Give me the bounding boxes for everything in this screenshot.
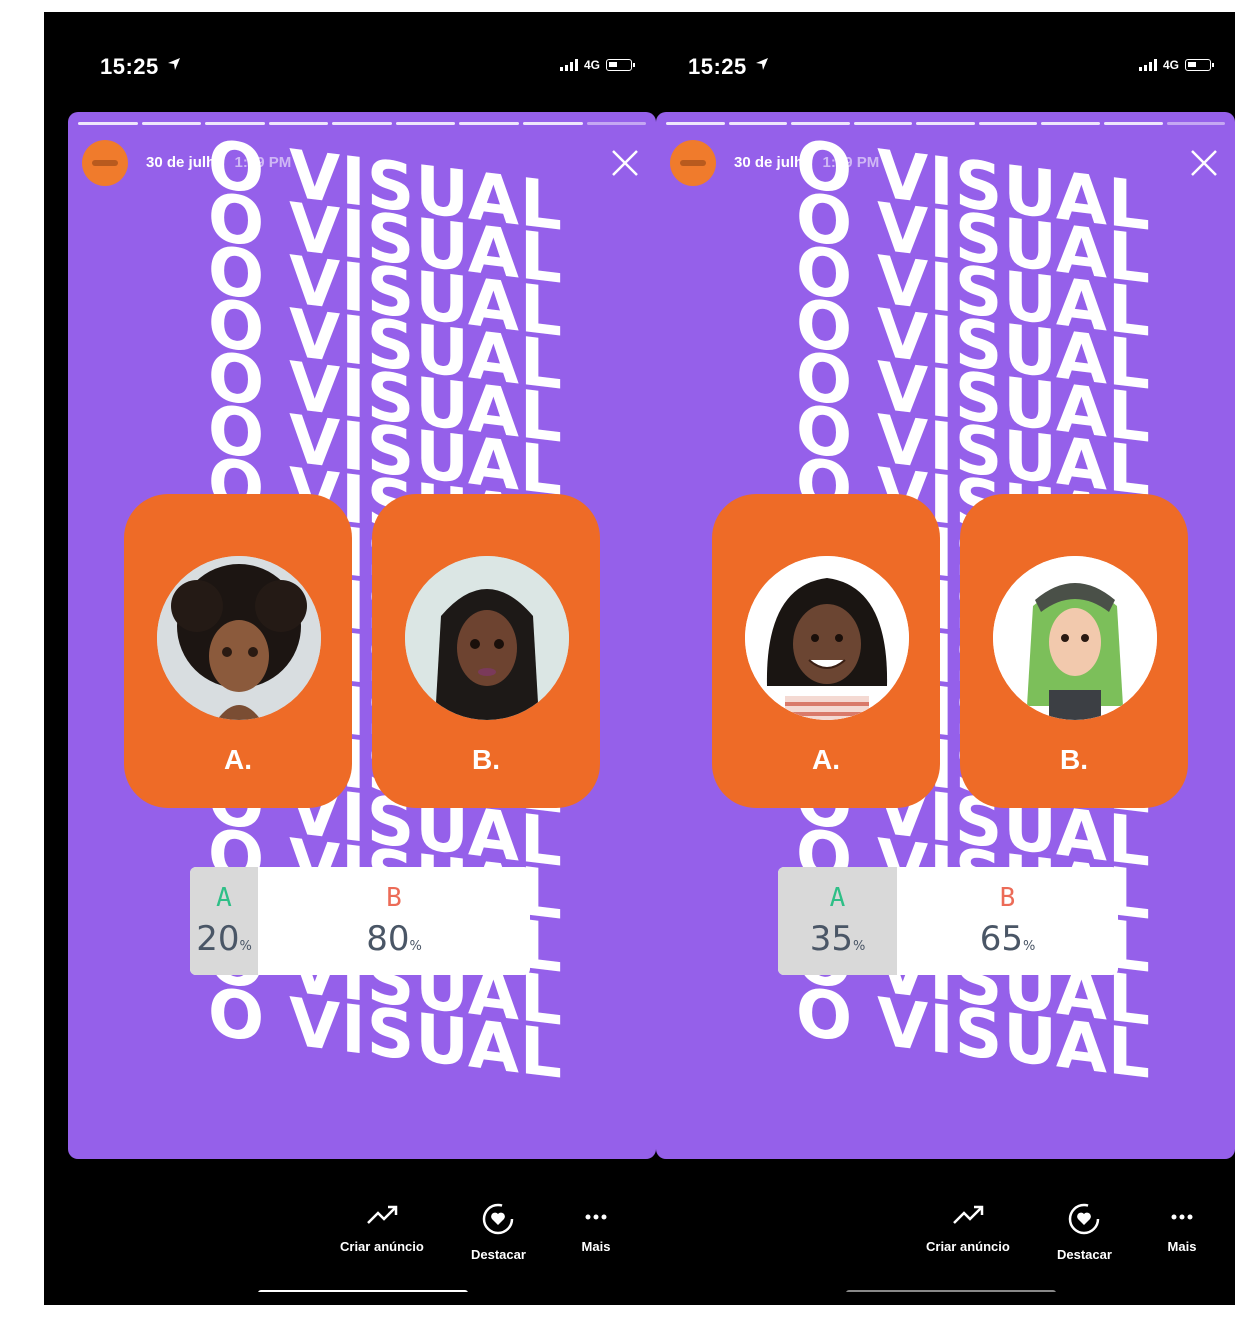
option-a-label: A.	[224, 744, 252, 775]
screenshot-frame: 15:25 4G O VISUAL O VISUAL O VISUAL O VI…	[44, 12, 1235, 1305]
trend-up-icon	[953, 1205, 984, 1224]
home-indicator[interactable]	[846, 1290, 1056, 1292]
status-time: 15:25	[100, 54, 159, 79]
status-bar: 15:25 4G	[656, 30, 1235, 100]
close-icon[interactable]	[1187, 146, 1221, 180]
poll-option-a[interactable]: A.	[712, 494, 940, 808]
result-b: B 80%	[366, 883, 422, 959]
highlight-button[interactable]: Destacar	[471, 1201, 526, 1262]
create-ad-button[interactable]: Criar anúncio	[926, 1201, 1010, 1254]
signal-icon	[1138, 59, 1157, 71]
profile-avatar[interactable]	[670, 140, 716, 186]
status-time: 15:25	[688, 54, 747, 79]
more-button[interactable]: Mais	[578, 1201, 614, 1254]
network-type: 4G	[583, 58, 600, 72]
poll-results: A 35% B 65%	[778, 867, 1118, 975]
story-content[interactable]: O VISUAL O VISUAL O VISUAL O VISUAL O VI…	[68, 112, 656, 1159]
avatar-portrait-icon	[157, 556, 321, 720]
story-date: 30 de julho 1:19 PM	[146, 154, 292, 171]
more-icon	[1171, 1214, 1193, 1220]
more-button[interactable]: Mais	[1164, 1201, 1200, 1254]
signal-icon	[559, 59, 578, 71]
result-a: A 20%	[190, 867, 258, 975]
poll-option-b[interactable]: B.	[960, 494, 1188, 808]
story-progress-bar	[666, 122, 1226, 125]
option-a-label: A.	[812, 744, 840, 775]
story-content[interactable]: O VISUAL O VISUAL O VISUAL O VISUAL O VI…	[656, 112, 1235, 1159]
result-b: B 65%	[979, 883, 1036, 959]
poll-option-a[interactable]: A.	[124, 494, 352, 808]
avatar-portrait-icon	[745, 556, 909, 720]
poll-option-b[interactable]: B.	[372, 494, 600, 808]
network-type: 4G	[1162, 58, 1179, 72]
create-ad-button[interactable]: Criar anúncio	[340, 1201, 424, 1254]
battery-icon	[1185, 59, 1214, 71]
phone-screen-2: 15:25 4G O VISUAL O VISUAL O VISUAL O VI…	[656, 30, 1235, 1292]
heart-circle-icon	[483, 1203, 514, 1235]
location-arrow-icon	[756, 58, 768, 70]
result-a: A 35%	[778, 867, 897, 975]
poll-results: A 20% B 80%	[190, 867, 530, 975]
battery-icon	[606, 59, 635, 71]
story-date: 30 de julho 1:19 PM	[734, 154, 880, 171]
more-icon	[585, 1214, 607, 1220]
location-arrow-icon	[168, 58, 180, 70]
story-progress-bar	[78, 122, 647, 125]
option-b-label: B.	[472, 744, 500, 775]
heart-circle-icon	[1069, 1203, 1100, 1235]
story-actions-bar: Criar anúncio Destacar Mais	[656, 1159, 1235, 1292]
home-indicator[interactable]	[258, 1290, 468, 1292]
close-icon[interactable]	[608, 146, 642, 180]
avatar-portrait-icon	[993, 556, 1157, 720]
status-bar: 15:25 4G	[68, 30, 656, 100]
option-b-label: B.	[1060, 744, 1088, 775]
phone-screen-1: 15:25 4G O VISUAL O VISUAL O VISUAL O VI…	[68, 30, 656, 1292]
profile-avatar[interactable]	[82, 140, 128, 186]
story-actions-bar: Criar anúncio Destacar Mais	[68, 1159, 656, 1292]
highlight-button[interactable]: Destacar	[1057, 1201, 1112, 1262]
avatar-portrait-icon	[405, 556, 569, 720]
trend-up-icon	[367, 1205, 398, 1224]
